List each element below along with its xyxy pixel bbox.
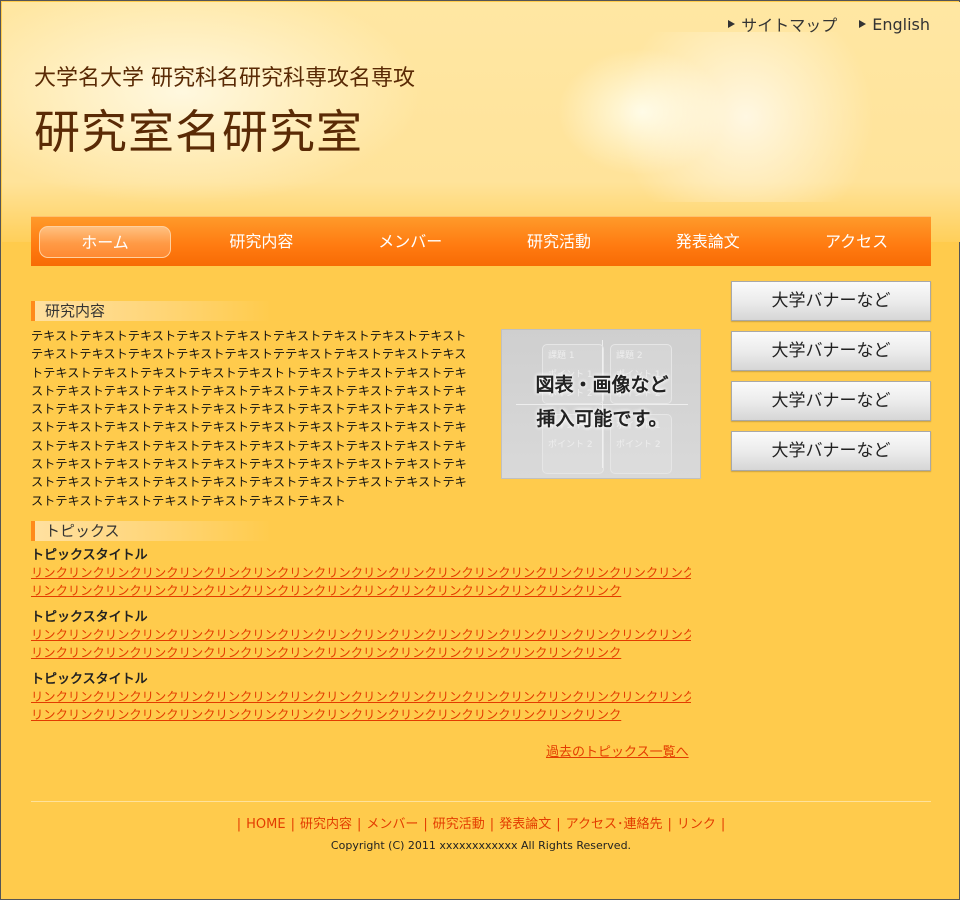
figure-overlay-line1: 図表・画像など	[535, 374, 669, 396]
figure-box-point: ポイント 2	[548, 440, 593, 450]
university-banner[interactable]: 大学バナーなど	[731, 281, 931, 321]
triangle-right-icon	[859, 20, 867, 28]
lab-name: 研究室名研究室	[34, 105, 363, 159]
copyright: Copyright (C) 2011 xxxxxxxxxxxx All Righ…	[330, 839, 632, 852]
footer-nav: | HOME | 研究内容 | メンバー | 研究活動 | 発表論文 | アクセス･連絡先 | リンク |	[236, 817, 726, 832]
english-link[interactable]: English	[859, 12, 930, 36]
footer-link-members[interactable]: メンバー	[366, 817, 418, 832]
nav-item-access[interactable]: アクセス	[782, 226, 931, 258]
sitemap-label: サイトマップ	[741, 16, 838, 35]
topic-link[interactable]: リンクリンクリンクリンクリンクリンクリンクリンクリンクリンクリンクリンクリンクリ…	[31, 644, 691, 662]
triangle-right-icon	[728, 20, 736, 28]
figure-box-title: 課題 2	[616, 351, 643, 361]
topic-item: トピックスタイトル リンクリンクリンクリンクリンクリンクリンクリンクリンクリンク…	[31, 547, 691, 600]
topic-link[interactable]: リンクリンクリンクリンクリンクリンクリンクリンクリンクリンクリンクリンクリンクリ…	[31, 706, 691, 724]
topic-item: トピックスタイトル リンクリンクリンクリンクリンクリンクリンクリンクリンクリンク…	[31, 671, 691, 724]
page-frame: サイトマップ English 大学名大学 研究科名研究科専攻名専攻 研究室名研究…	[0, 0, 960, 900]
research-section-title: 研究内容	[31, 301, 271, 321]
nav-item-activities[interactable]: 研究活動	[485, 226, 634, 258]
footer-link-activities[interactable]: 研究活動	[433, 817, 485, 832]
figure-box-title: 課題 1	[548, 351, 575, 361]
research-text: テキストテキストテキストテキストテキストテキストテキストテキストテキストテキスト…	[31, 329, 467, 508]
research-figure: 課題 1 ポイント 1 ポイント 2 課題 2 ポイント 1 ポイント 2 ポイ…	[501, 329, 701, 479]
footer-link-home[interactable]: HOME	[246, 817, 285, 832]
top-links: サイトマップ English	[728, 12, 930, 36]
topic-title: トピックスタイトル	[31, 672, 148, 687]
header: サイトマップ English 大学名大学 研究科名研究科専攻名専攻 研究室名研究…	[2, 2, 960, 242]
footer-link-links[interactable]: リンク	[677, 817, 716, 832]
sitemap-link[interactable]: サイトマップ	[728, 12, 837, 36]
university-name: 大学名大学 研究科名研究科専攻名専攻	[34, 66, 415, 91]
past-topics-link[interactable]: 過去のトピックス一覧へ	[546, 741, 689, 760]
topic-link[interactable]: リンクリンクリンクリンクリンクリンクリンクリンクリンクリンクリンクリンクリンクリ…	[31, 582, 691, 600]
figure-overlay-line2: 挿入可能です。	[536, 408, 668, 430]
university-banner[interactable]: 大学バナーなど	[731, 431, 931, 471]
footer-divider	[31, 801, 931, 802]
topic-link[interactable]: リンクリンクリンクリンクリンクリンクリンクリンクリンクリンクリンクリンクリンクリ…	[31, 688, 691, 706]
nav-item-home[interactable]: ホーム	[39, 225, 171, 258]
topics-section-title: トピックス	[31, 521, 271, 541]
topics-list: トピックスタイトル リンクリンクリンクリンクリンクリンクリンクリンクリンクリンク…	[31, 547, 691, 733]
topic-link[interactable]: リンクリンクリンクリンクリンクリンクリンクリンクリンクリンクリンクリンクリンクリ…	[31, 564, 691, 582]
footer-link-research[interactable]: 研究内容	[300, 817, 352, 832]
university-banner[interactable]: 大学バナーなど	[731, 381, 931, 421]
banner-list: 大学バナーなど 大学バナーなど 大学バナーなど 大学バナーなど	[731, 281, 931, 481]
topic-title: トピックスタイトル	[31, 548, 148, 563]
footer-link-papers[interactable]: 発表論文	[499, 817, 551, 832]
footer-link-access[interactable]: アクセス･連絡先	[566, 817, 663, 832]
nav-item-research[interactable]: 研究内容	[187, 226, 336, 258]
nav-item-members[interactable]: メンバー	[336, 226, 485, 258]
university-banner[interactable]: 大学バナーなど	[731, 331, 931, 371]
topic-item: トピックスタイトル リンクリンクリンクリンクリンクリンクリンクリンクリンクリンク…	[31, 609, 691, 662]
nav-item-papers[interactable]: 発表論文	[633, 226, 782, 258]
header-light-decoration	[602, 32, 960, 202]
english-label: English	[872, 14, 930, 34]
figure-overlay-text: 図表・画像など 挿入可能です。	[502, 368, 702, 436]
main-nav: ホーム 研究内容 メンバー 研究活動 発表論文 アクセス	[31, 216, 931, 266]
topic-link[interactable]: リンクリンクリンクリンクリンクリンクリンクリンクリンクリンクリンクリンクリンクリ…	[31, 626, 691, 644]
figure-box-point: ポイント 2	[616, 440, 661, 450]
topic-title: トピックスタイトル	[31, 610, 148, 625]
